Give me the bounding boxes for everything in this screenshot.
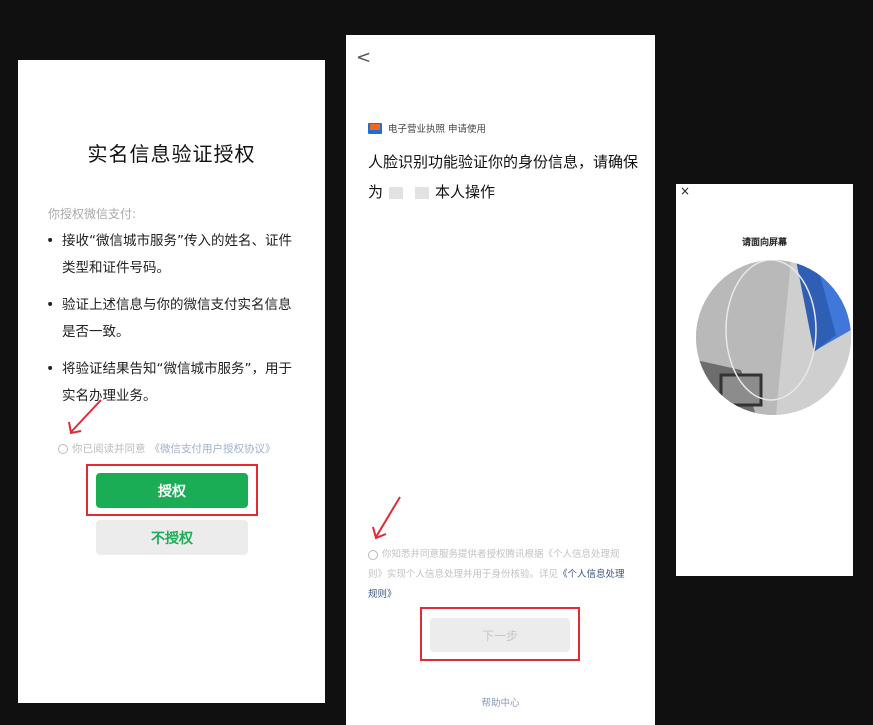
next-button[interactable]: 下一步 (430, 618, 570, 652)
face-title-text: 人脸识别功能验证你的身份信息，请确保为 (368, 153, 639, 201)
camera-preview (696, 260, 851, 415)
camera-feed-image (696, 260, 851, 415)
help-center-link[interactable]: 帮助中心 (346, 695, 655, 709)
authorization-subtitle: 你授权微信支付: (48, 207, 137, 221)
privacy-terms: 你知悉并同意服务提供者授权腾讯根据《个人信息处理规则》实现个人信息处理并用于身份… (368, 545, 630, 605)
face-title-suffix: 本人操作 (435, 183, 496, 201)
face-title: 人脸识别功能验证你的身份信息，请确保为 本人操作 (368, 147, 638, 207)
agreement-row[interactable]: 你已阅读并同意 《微信支付用户授权协议》 (58, 441, 276, 456)
redacted-block (415, 186, 430, 199)
face-hint: 请面向屏幕 (741, 238, 787, 248)
list-item: 接收“微信城市服务”传入的姓名、证件类型和证件号码。 (44, 228, 294, 282)
list-item: 验证上述信息与你的微信支付实名信息是否一致。 (44, 292, 294, 346)
authorization-list: 接收“微信城市服务”传入的姓名、证件类型和证件号码。 验证上述信息与你的微信支付… (44, 228, 294, 420)
close-icon[interactable]: × (680, 184, 690, 198)
authorize-button[interactable]: 授权 (96, 473, 248, 508)
back-icon[interactable]: < (356, 47, 371, 68)
page-title: 实名信息验证授权 (87, 142, 256, 166)
red-arrow-icon (68, 399, 102, 435)
brand-name: 电子营业执照 申请使用 (388, 124, 487, 135)
redacted-block (389, 186, 404, 199)
camera-screen: × 请面向屏幕 (676, 184, 853, 576)
agreement-text: 你已阅读并同意 (72, 443, 146, 455)
agreement-link[interactable]: 《微信支付用户授权协议》 (150, 441, 276, 456)
face-verify-screen: < 电子营业执照 申请使用 人脸识别功能验证你的身份信息，请确保为 本人操作 你知… (346, 35, 655, 725)
terms-radio[interactable] (368, 549, 378, 560)
business-license-logo-icon (368, 122, 382, 134)
authorization-screen: 实名信息验证授权 你授权微信支付: 接收“微信城市服务”传入的姓名、证件类型和证… (18, 60, 325, 703)
agreement-radio[interactable] (58, 443, 68, 454)
red-arrow-icon (372, 496, 401, 540)
deny-button[interactable]: 不授权 (96, 520, 248, 555)
brand-row: 电子营业执照 申请使用 (368, 121, 486, 135)
